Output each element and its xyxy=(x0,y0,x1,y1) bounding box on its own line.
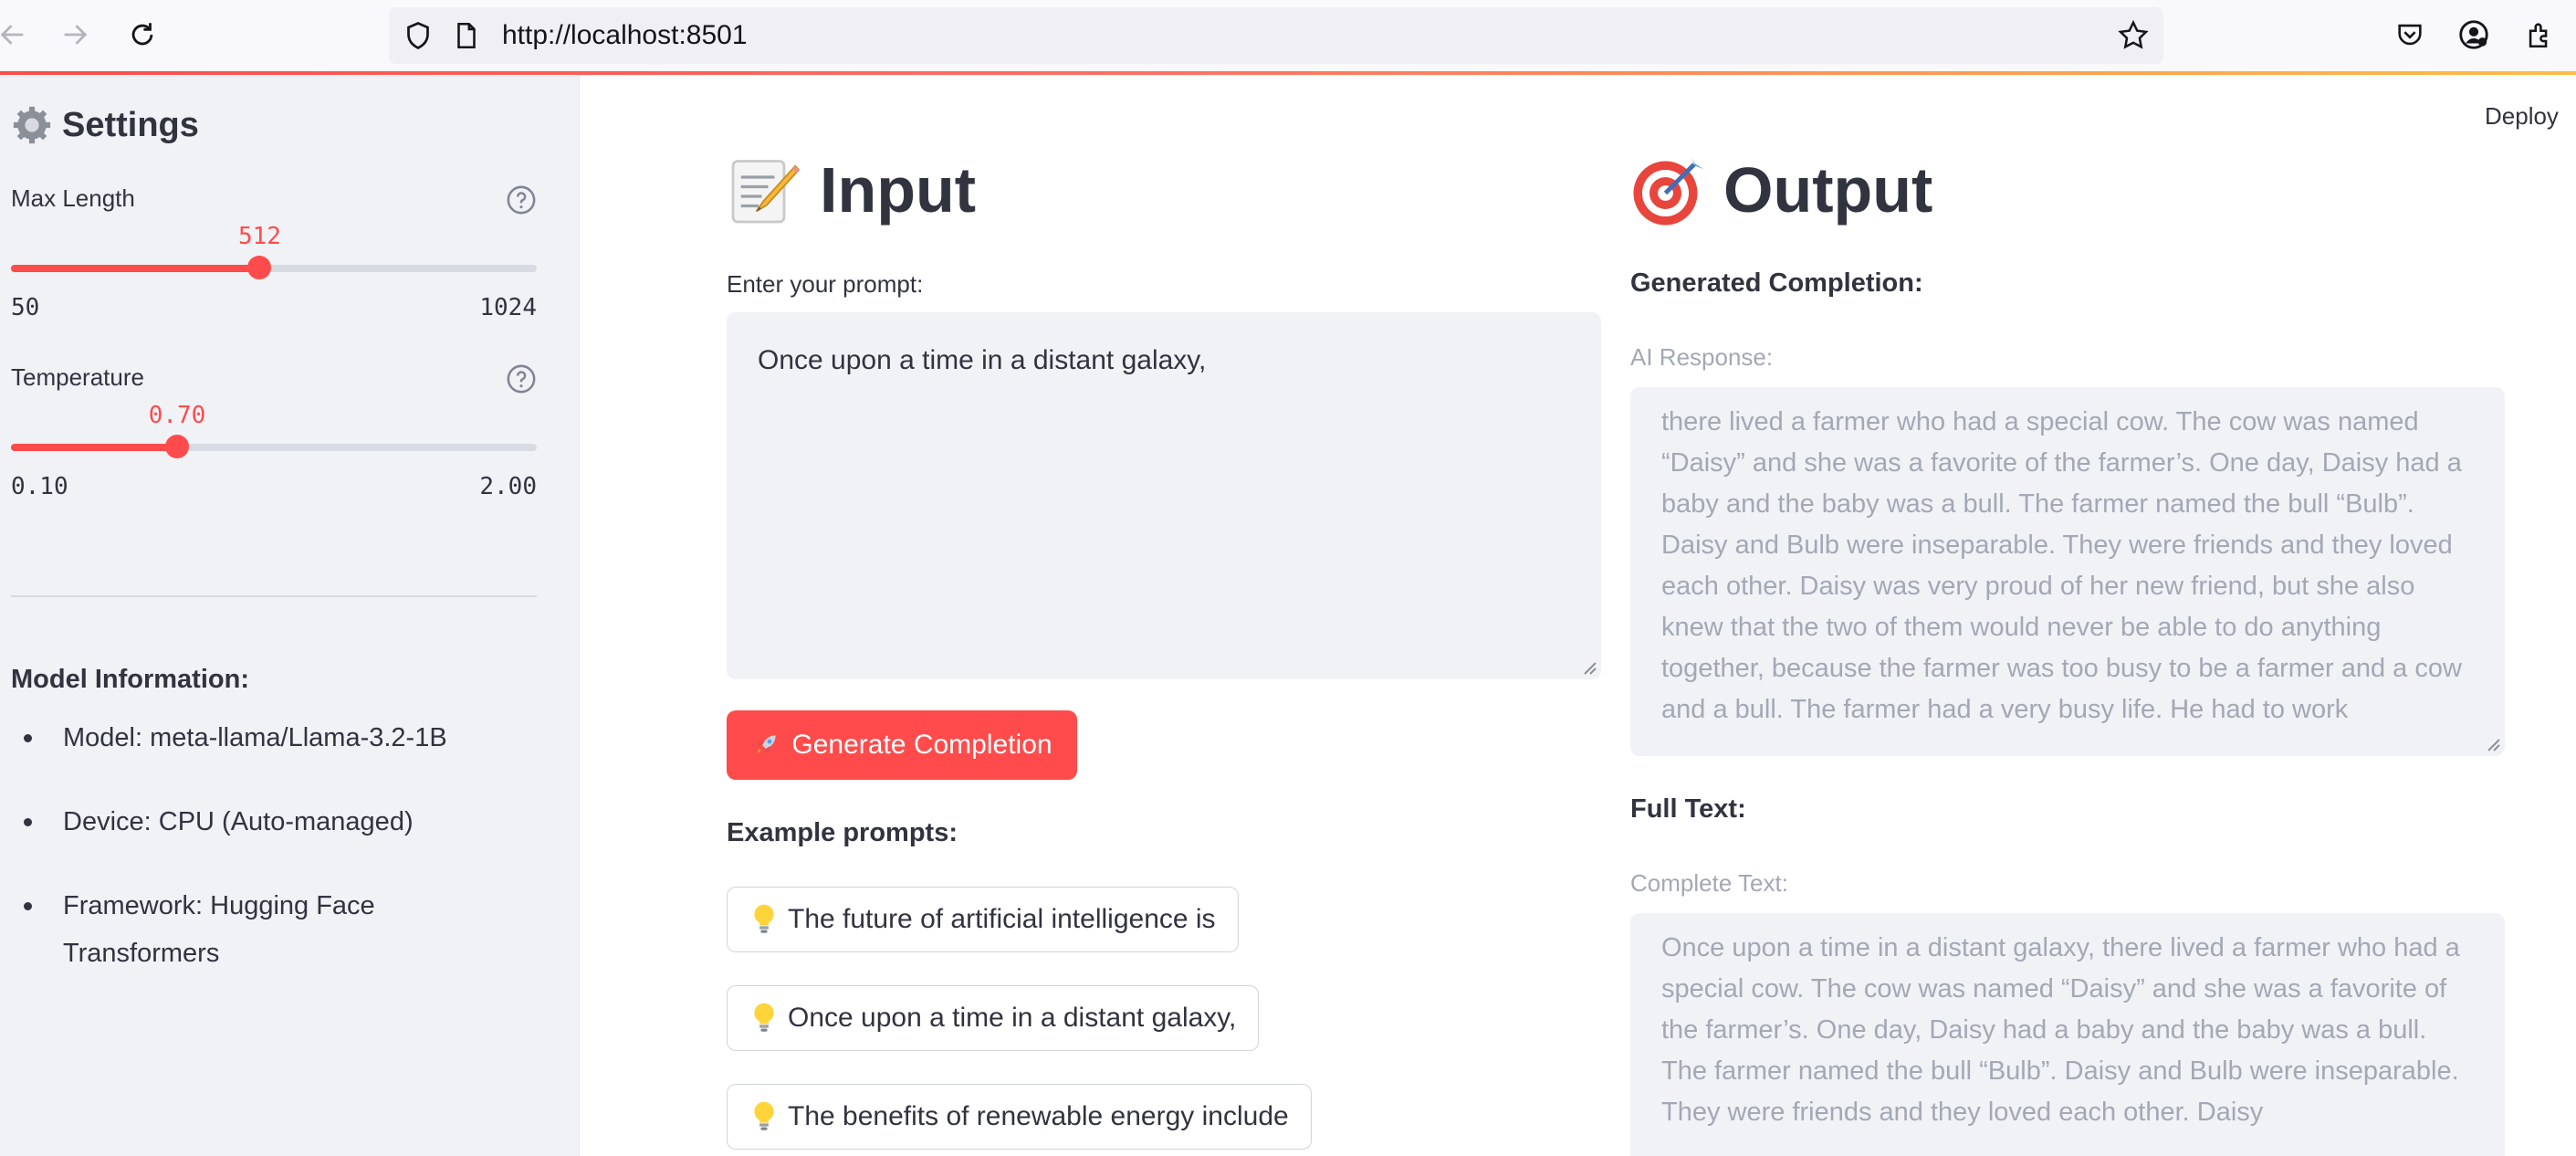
model-info-item: Framework: Hugging Face Transformers xyxy=(11,882,522,977)
temperature-slider-thumb[interactable] xyxy=(165,435,190,458)
sidebar-divider xyxy=(11,595,537,597)
example-prompt-label: Once upon a time in a distant galaxy, xyxy=(788,1003,1237,1033)
gear-icon xyxy=(13,106,51,144)
star-icon[interactable] xyxy=(2116,18,2151,53)
complete-text-textarea[interactable]: Once upon a time in a distant galaxy, th… xyxy=(1630,913,2505,1156)
complete-text-label: Complete Text: xyxy=(1630,869,1788,897)
response-label: AI Response: xyxy=(1630,343,1774,371)
output-title: Output xyxy=(1630,152,1932,228)
resize-handle-icon[interactable] xyxy=(2483,734,2501,752)
temperature-max: 2.00 xyxy=(479,473,537,500)
deploy-button[interactable]: Deploy xyxy=(2485,102,2559,131)
prompt-label: Enter your prompt: xyxy=(727,270,924,298)
max-length-slider-fill xyxy=(11,265,260,272)
example-prompt-label: The future of artificial intelligence is xyxy=(788,904,1216,934)
rocket-icon xyxy=(758,735,777,754)
url-bar[interactable]: http://localhost:8501 xyxy=(389,7,2163,64)
max-length-max: 1024 xyxy=(479,294,537,321)
max-length-slider-thumb[interactable] xyxy=(247,256,272,279)
generate-completion-button[interactable]: Generate Completion xyxy=(727,710,1077,780)
complete-text-content: Once upon a time in a distant galaxy, th… xyxy=(1661,933,2460,1127)
extensions-icon[interactable] xyxy=(2518,13,2561,57)
examples-title: Example prompts: xyxy=(727,818,958,847)
full-text-heading: Full Text: xyxy=(1630,794,1746,824)
temperature-slider[interactable] xyxy=(11,435,537,458)
output-title-text: Output xyxy=(1723,154,1933,226)
temperature-label: Temperature xyxy=(11,363,144,391)
model-info-item: Model: meta-llama/Llama-3.2-1B xyxy=(11,714,522,762)
example-prompt-button[interactable]: Once upon a time in a distant galaxy, xyxy=(727,985,1260,1051)
resize-handle-icon[interactable] xyxy=(1579,657,1597,676)
model-info-list: Model: meta-llama/Llama-3.2-1B Device: C… xyxy=(11,714,522,1014)
target-icon xyxy=(1633,158,1704,226)
page-icon xyxy=(451,19,482,52)
reload-icon[interactable] xyxy=(120,13,164,57)
bulb-icon xyxy=(754,1003,774,1032)
prompt-text[interactable]: Once upon a time in a distant galaxy, xyxy=(758,345,1206,376)
temperature-value: 0.70 xyxy=(148,402,206,429)
bulb-icon xyxy=(754,904,774,933)
help-icon[interactable] xyxy=(506,363,537,394)
help-icon[interactable] xyxy=(506,184,537,215)
max-length-min: 50 xyxy=(11,294,40,321)
generate-completion-label: Generate Completion xyxy=(791,730,1052,760)
sidebar: Settings Max Length 512 50 1024 Temperat… xyxy=(0,75,580,1156)
ai-response-textarea[interactable]: there lived a farmer who had a special c… xyxy=(1630,387,2505,756)
account-icon[interactable] xyxy=(2452,13,2496,57)
ai-response-text: there lived a farmer who had a special c… xyxy=(1661,407,2462,724)
temperature-slider-fill xyxy=(11,444,178,451)
max-length-value: 512 xyxy=(237,223,281,250)
pocket-icon[interactable] xyxy=(2388,13,2432,57)
model-info-title: Model Information: xyxy=(11,665,249,694)
forward-arrow-icon[interactable] xyxy=(53,13,97,57)
example-prompt-button[interactable]: The future of artificial intelligence is xyxy=(727,887,1239,952)
model-info-item: Device: CPU (Auto-managed) xyxy=(11,798,522,846)
example-prompt-button[interactable]: The benefits of renewable energy include xyxy=(727,1084,1312,1150)
sidebar-title: Settings xyxy=(11,104,199,146)
sidebar-title-text: Settings xyxy=(62,105,199,144)
input-title-text: Input xyxy=(820,154,977,226)
memo-icon xyxy=(731,160,801,224)
url-text[interactable]: http://localhost:8501 xyxy=(502,7,748,64)
max-length-slider[interactable] xyxy=(11,256,537,279)
input-title: Input xyxy=(727,152,976,228)
max-length-label: Max Length xyxy=(11,184,135,212)
browser-toolbar: http://localhost:8501 xyxy=(0,0,2576,72)
shield-icon[interactable] xyxy=(402,19,435,52)
example-prompt-label: The benefits of renewable energy include xyxy=(788,1101,1289,1131)
back-arrow-icon[interactable] xyxy=(0,13,35,57)
temperature-min: 0.10 xyxy=(11,473,68,500)
prompt-textarea[interactable]: Once upon a time in a distant galaxy, xyxy=(727,312,1601,679)
bulb-icon xyxy=(754,1101,774,1130)
generated-heading: Generated Completion: xyxy=(1630,268,1923,298)
